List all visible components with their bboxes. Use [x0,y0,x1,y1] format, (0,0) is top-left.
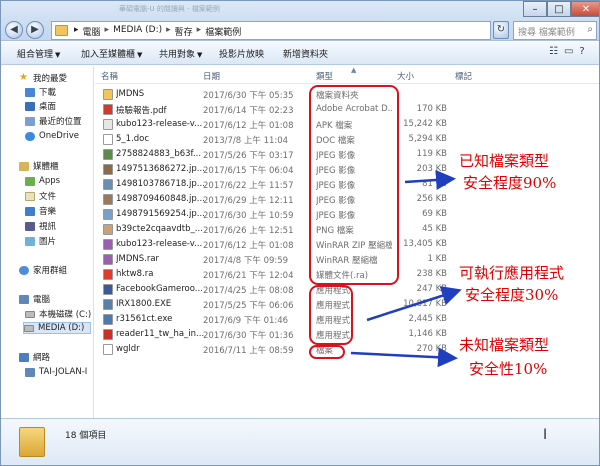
status-bar: 18 個項目 I [1,418,599,465]
explorer-window: 華碩電腦-U 的閱讀與 - 檔案範例 – □ ✕ ◀ ▶ ▸ 電腦 ▸ MEDI… [0,0,600,466]
annotation-arrows [350,169,462,368]
item-count: 18 個項目 [65,431,107,441]
unknown-type-arrow [350,347,458,368]
folder-icon [19,427,45,457]
executable-arrow [366,286,462,322]
known-type-arrow [404,169,456,190]
text-cursor-icon: I [543,427,548,443]
